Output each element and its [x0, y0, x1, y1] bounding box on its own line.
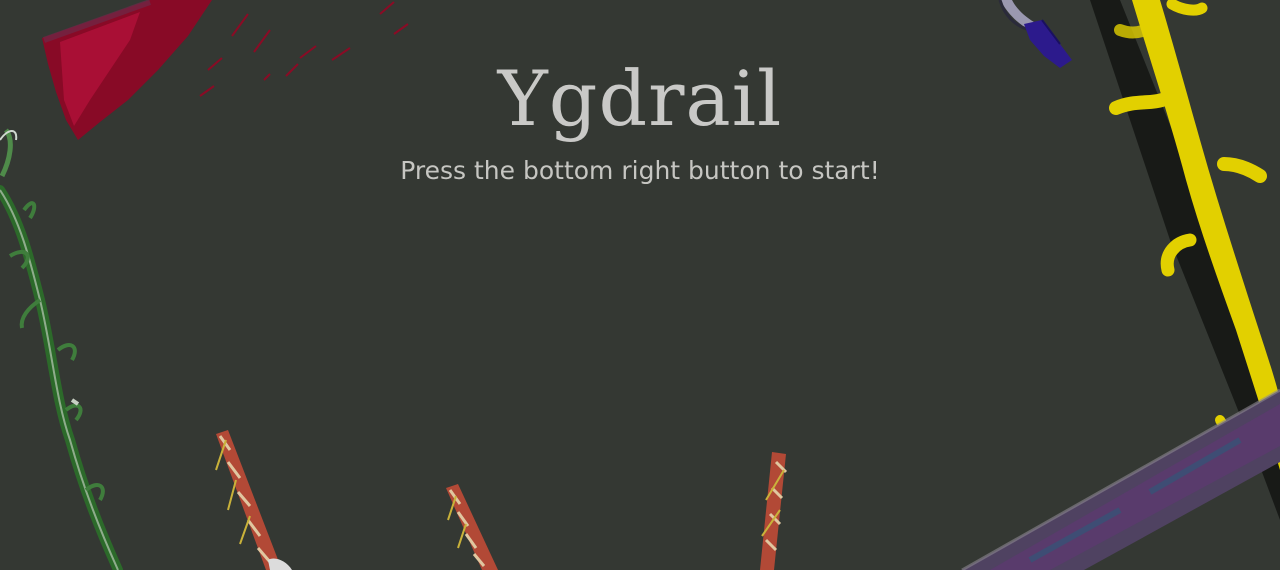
striped-stake-left	[215, 430, 292, 570]
striped-stake-right	[760, 452, 788, 570]
purple-beam-art	[961, 388, 1280, 570]
start-instructions: Press the bottom right button to start!	[400, 156, 880, 185]
game-title: Ygdrail	[497, 54, 783, 143]
striped-stake-middle	[446, 484, 498, 570]
title-screen: Ygdrail Press the bottom right button to…	[0, 0, 1280, 570]
green-vine-art	[0, 128, 123, 570]
